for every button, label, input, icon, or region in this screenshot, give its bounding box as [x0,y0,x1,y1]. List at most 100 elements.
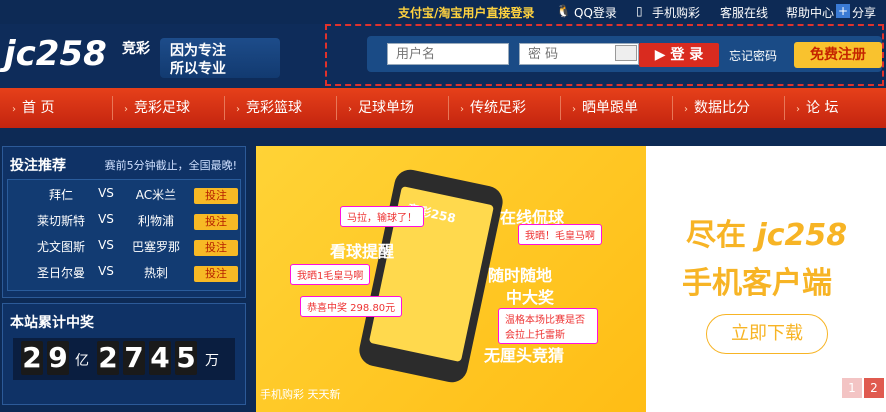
nav-jczq[interactable]: › 竞彩足球 [124,88,190,128]
away-team: 巴塞罗那 [131,240,180,254]
bubble: 马拉，输球了！ [340,206,424,227]
pick-row: 莱切斯特 VS 利物浦 投注 [8,212,242,236]
home-team: 莱切斯特 [36,214,85,228]
picks-panel: 投注推荐 赛前5分钟截止，全国最晚! 拜仁 VS AC米兰 投注 莱切斯特 VS… [2,146,246,298]
left-column: 投注推荐 赛前5分钟截止，全国最晚! 拜仁 VS AC米兰 投注 莱切斯特 VS… [0,128,250,412]
away-team: 热刺 [143,266,168,280]
slogan: 因为专注 所以专业 [160,38,280,78]
digit: 9 [47,341,69,375]
arrow-icon: › [236,104,240,115]
register-button[interactable]: 免费注册 [794,42,882,68]
top-bar: 支付宝/淘宝用户直接登录 🐧 QQ登录 ▯ 手机购彩 客服在线 帮助中心 + 分… [0,0,886,24]
prize-panel: 本站累计中奖 2 9 亿 2 7 4 5 万 [2,303,246,405]
header: jc258 竞彩 因为专注 所以专业 ▶ 登 录 忘记密码 免费注册 [0,24,886,88]
nav-zqdc[interactable]: › 足球单场 [348,88,414,128]
mobile-buy-link[interactable]: 手机购彩 [652,4,700,21]
mobile-icon: ▯ [636,4,643,18]
vs-label: VS [98,212,114,226]
nav-home[interactable]: › 首 页 [12,88,54,128]
banner-line1-text: 尽在 [686,218,746,253]
arrow-icon: › [572,104,576,115]
nav-label: 竞彩足球 [134,100,190,116]
nav-label: 首 页 [22,100,55,116]
nav-label: 传统足彩 [470,100,526,116]
prize-title: 本站累计中奖 [10,315,94,331]
share-icon: + [836,4,851,18]
bubble: 我晒1毛皇马啊 [290,264,371,285]
home-team: 拜仁 [48,188,73,202]
bubble: 温格本场比赛是否会拉上托雷斯 [498,308,598,344]
bet-button[interactable]: 投注 [194,188,238,204]
play-icon: ▶ [654,47,671,63]
bubble: 恭喜中奖 298.80元 [300,296,403,317]
arrow-icon: › [12,104,16,115]
page-1[interactable]: 1 [842,378,862,398]
nav-label: 足球单场 [358,100,414,116]
nav-separator [112,96,113,120]
nav-separator [336,96,337,120]
main-nav: › 首 页 › 竞彩足球 › 竞彩篮球 › 足球单场 › 传统足彩 › 晒单跟单 › 数据比分… [0,88,886,128]
digit: 4 [149,341,171,375]
nav-separator [784,96,785,120]
home-team: 尤文图斯 [36,240,85,254]
arrow-icon: › [124,104,128,115]
arrow-icon: › [460,104,464,115]
picks-list: 拜仁 VS AC米兰 投注 莱切斯特 VS 利物浦 投注 尤文图斯 VS 巴塞罗… [7,179,241,291]
login-box: ▶ 登 录 忘记密码 免费注册 [325,24,884,86]
prize-counter: 2 9 亿 2 7 4 5 万 [13,338,235,380]
nav-label: 晒单跟单 [582,100,638,116]
banner-right: 尽在 jc258 手机客户端 立即下载 1 2 [646,146,886,412]
service-link[interactable]: 客服在线 [720,4,768,21]
alipay-login-link[interactable]: 支付宝/淘宝用户直接登录 [398,4,534,21]
nav-sdgd[interactable]: › 晒单跟单 [572,88,638,128]
banner-line2: 手机客户端 [682,266,832,301]
text-anytime: 随时随地 [488,266,553,285]
nav-forum[interactable]: › 论 坛 [796,88,838,128]
logo-text: jc258 [4,34,107,74]
logo-subtitle: 竞彩 [122,41,150,57]
username-input[interactable] [387,43,509,65]
download-button[interactable]: 立即下载 [706,314,828,354]
pick-row: 拜仁 VS AC米兰 投注 [8,186,242,210]
nav-separator [560,96,561,120]
digit: 2 [97,341,119,375]
bubble: 我晒！毛皇马啊 [518,224,602,245]
unit-yi: 亿 [75,353,89,369]
nav-label: 竞彩篮球 [246,100,302,116]
bet-button[interactable]: 投注 [194,214,238,230]
forgot-password-link[interactable]: 忘记密码 [729,47,777,64]
banner-brand: jc258 [756,218,848,253]
text-big-prize: 中大奖 [506,288,555,307]
nav-jclq[interactable]: › 竞彩篮球 [236,88,302,128]
banner-caption: 手机购彩 天天新 [260,388,341,401]
arrow-icon: › [348,104,352,115]
keyboard-icon[interactable] [615,45,637,61]
digit: 2 [21,341,43,375]
bet-button[interactable]: 投注 [194,240,238,256]
arrow-icon: › [796,104,800,115]
pick-row: 圣日尔曼 VS 热刺 投注 [8,264,242,288]
nav-separator [672,96,673,120]
digit: 7 [123,341,145,375]
away-team: AC米兰 [135,188,177,202]
share-link[interactable]: 分享 [852,4,876,21]
login-button[interactable]: ▶ 登 录 [639,43,719,67]
banner-left: 竞彩258 在线侃球 看球提醒 随时随地 中大奖 无厘头竞猜 马拉，输球了！ 我… [256,146,646,412]
qq-login-link[interactable]: QQ登录 [574,4,617,21]
site-logo[interactable]: jc258 竞彩 [4,34,154,80]
nav-label: 论 坛 [806,100,839,116]
nav-separator [224,96,225,120]
help-link[interactable]: 帮助中心 [786,4,834,21]
bet-button[interactable]: 投注 [194,266,238,282]
picks-title: 投注推荐 [10,158,66,174]
login-button-label: 登 录 [670,47,704,63]
slogan-line2: 所以专业 [170,61,226,77]
arrow-icon: › [684,104,688,115]
picks-note: 赛前5分钟截止，全国最晚! [104,159,237,172]
promo-banner[interactable]: 竞彩258 在线侃球 看球提醒 随时随地 中大奖 无厘头竞猜 马拉，输球了！ 我… [256,146,886,412]
digit: 5 [175,341,197,375]
text-free: 无厘头竞猜 [484,346,565,365]
page-2[interactable]: 2 [864,378,884,398]
nav-ctzc[interactable]: › 传统足彩 [460,88,526,128]
nav-sjbf[interactable]: › 数据比分 [684,88,750,128]
